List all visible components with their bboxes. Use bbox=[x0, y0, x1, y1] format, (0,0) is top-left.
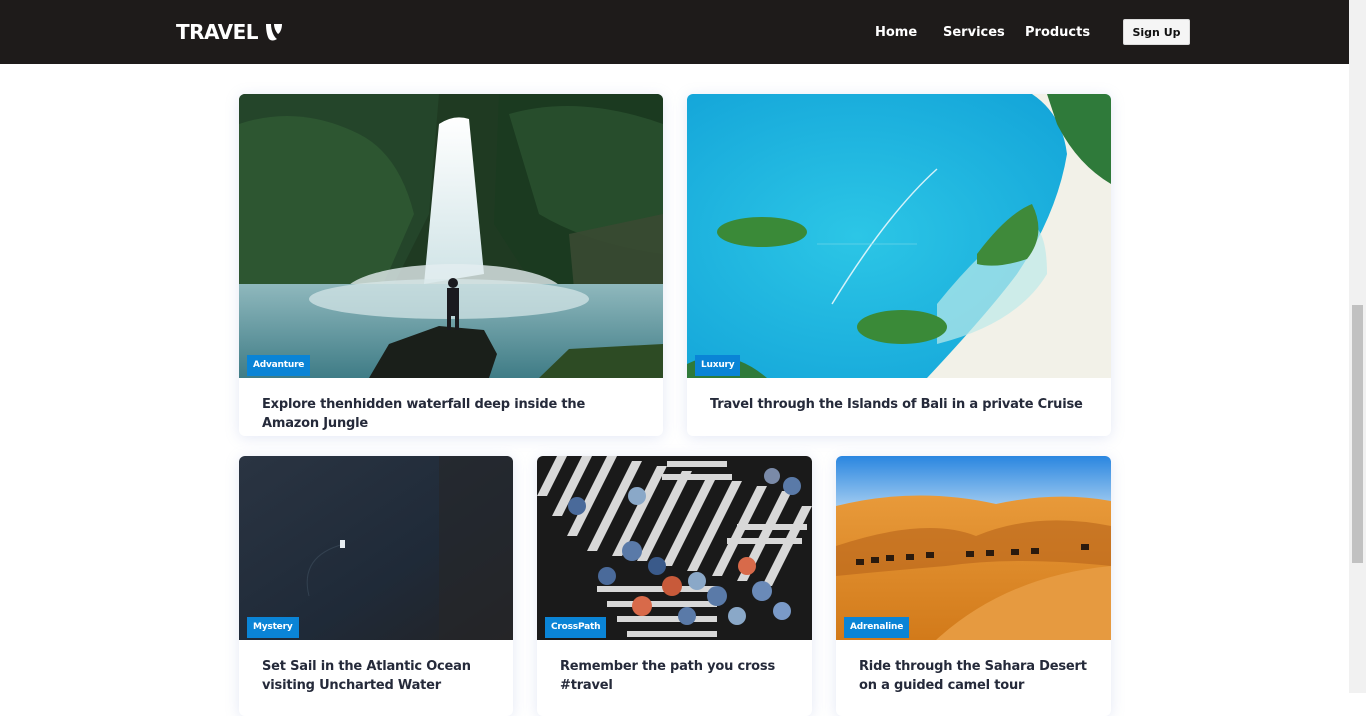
ocean-boat-photo[interactable] bbox=[239, 456, 513, 640]
island-aerial-photo[interactable] bbox=[687, 94, 1111, 378]
nav-services-link[interactable]: Services bbox=[943, 25, 1005, 40]
scrollbar-thumb[interactable] bbox=[1352, 305, 1363, 563]
page-scrollbar[interactable] bbox=[1349, 0, 1366, 693]
travel-card-islands[interactable]: Luxury Travel through the Islands of Bal… bbox=[687, 94, 1111, 436]
card-title[interactable]: Ride through the Sahara Desert on a guid… bbox=[859, 657, 1091, 695]
category-badge[interactable]: Adrenaline bbox=[844, 617, 910, 638]
card-title[interactable]: Travel through the Islands of Bali in a … bbox=[710, 395, 1091, 414]
card-title[interactable]: Explore thenhidden waterfall deep inside… bbox=[262, 395, 643, 433]
typo3-logo-icon bbox=[266, 24, 283, 41]
nav-products-link[interactable]: Products bbox=[1025, 25, 1090, 40]
card-title[interactable]: Remember the path you cross #travel bbox=[560, 657, 792, 695]
card-title[interactable]: Set Sail in the Atlantic Ocean visiting … bbox=[262, 657, 493, 695]
category-badge[interactable]: Mystery bbox=[247, 617, 299, 638]
category-badge[interactable]: CrossPath bbox=[545, 617, 607, 638]
travel-card-desert[interactable]: Adrenaline Ride through the Sahara Deser… bbox=[836, 456, 1111, 716]
category-badge[interactable]: Luxury bbox=[695, 355, 741, 376]
brand-name: TRAVEL bbox=[176, 20, 259, 44]
travel-card-crosswalk[interactable]: CrossPath Remember the path you cross #t… bbox=[537, 456, 812, 716]
category-badge[interactable]: Advanture bbox=[247, 355, 311, 376]
top-navbar: TRAVEL Home Services Products Sign Up bbox=[0, 0, 1349, 64]
sign-up-button[interactable]: Sign Up bbox=[1123, 19, 1190, 45]
crosswalk-umbrellas-photo[interactable] bbox=[537, 456, 812, 640]
travel-card-waterfall[interactable]: Advanture Explore thenhidden waterfall d… bbox=[239, 94, 663, 436]
desert-camels-photo[interactable] bbox=[836, 456, 1111, 640]
brand-logo[interactable]: TRAVEL bbox=[176, 20, 284, 44]
waterfall-photo[interactable] bbox=[239, 94, 663, 378]
nav-home-link[interactable]: Home bbox=[875, 25, 917, 40]
travel-card-ocean[interactable]: Mystery Set Sail in the Atlantic Ocean v… bbox=[239, 456, 513, 716]
